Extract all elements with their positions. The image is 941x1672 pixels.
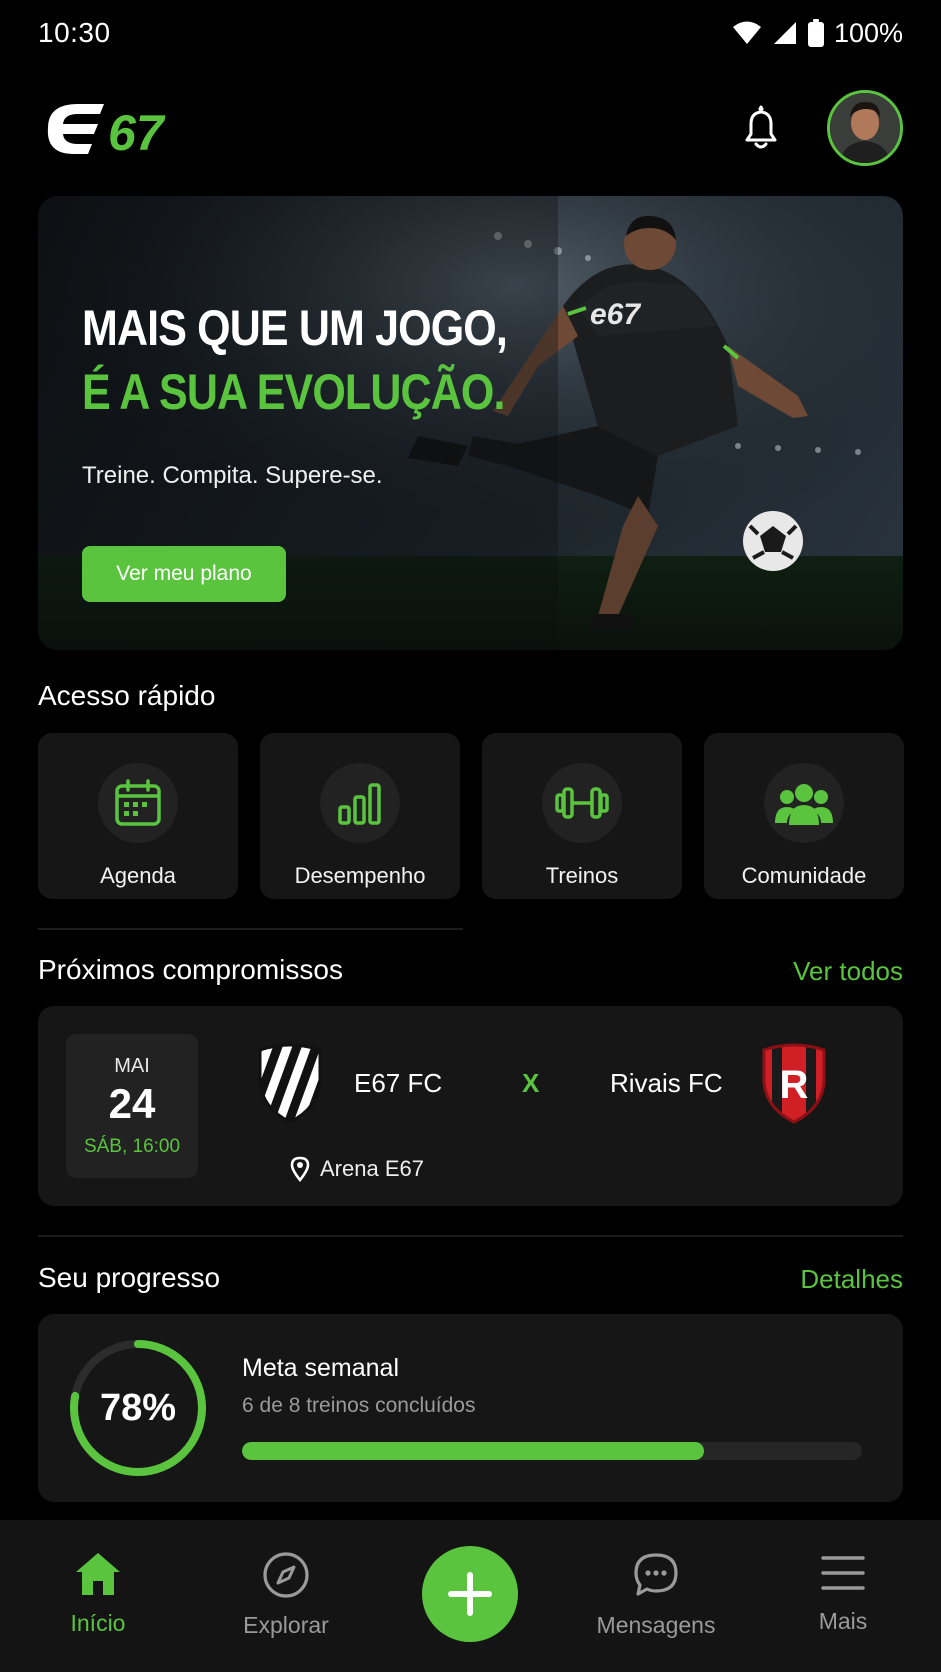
home-icon (76, 1553, 120, 1595)
quick-access-label: Desempenho (294, 863, 426, 888)
app-header: 67 (38, 88, 903, 168)
match-day: 24 (108, 1079, 156, 1127)
section-divider (38, 928, 463, 930)
app-logo: 67 (38, 98, 198, 158)
bell-icon[interactable] (739, 104, 783, 152)
status-icons: 100% (732, 18, 903, 49)
avatar-image (830, 93, 900, 163)
calendar-icon (98, 763, 178, 843)
quick-access-grid: Agenda Desempenho Treinos Comunidade (38, 733, 904, 899)
header-actions (739, 90, 903, 166)
quick-access-title: Acesso rápido (38, 680, 216, 711)
ball-icon (743, 511, 803, 571)
nav-home[interactable]: Início (18, 1550, 178, 1637)
versus-label: X (522, 1068, 540, 1098)
hero-title-line2: É A SUA EVOLUÇÃO. (82, 364, 505, 420)
progress-card[interactable]: 78% Meta semanal 6 de 8 treinos concluíd… (38, 1314, 903, 1502)
e67-logo: 67 (47, 104, 166, 158)
svg-text:67: 67 (108, 105, 166, 158)
nav-label: Mais (818, 1608, 868, 1634)
nav-label: Início (70, 1610, 126, 1636)
location-pin-icon (290, 1156, 310, 1182)
match-month: MAI (114, 1054, 150, 1077)
menu-icon (821, 1556, 865, 1590)
quick-access-label: Treinos (545, 863, 619, 888)
hero-banner: e67 MAIS QUE UM JOGO, É A SUA EVOLUÇÃO. … (38, 196, 903, 650)
hero-title: MAIS QUE UM JOGO, É A SUA EVOLUÇÃO. (82, 296, 508, 424)
dumbbell-icon (542, 763, 622, 843)
progress-percent: 78% (99, 1386, 177, 1429)
match-card[interactable]: MAI 24 SÁB, 16:00 E67 FC X Rivais FC R A… (38, 1006, 903, 1206)
quick-access-label: Comunidade (741, 863, 867, 888)
weekly-goal-subtitle: 6 de 8 treinos concluídos (242, 1394, 476, 1417)
quick-access-performance[interactable]: Desempenho (260, 733, 460, 899)
weekly-goal-title: Meta semanal (242, 1354, 400, 1382)
hero-subtitle: Treine. Compita. Supere-se. (82, 462, 383, 489)
quick-access-trainings[interactable]: Treinos (482, 733, 682, 899)
battery-percent: 100% (833, 17, 903, 48)
jersey-logo: e67 (590, 298, 641, 331)
progress-bar (242, 1442, 862, 1460)
see-all-link[interactable]: Ver todos (793, 956, 903, 987)
details-link[interactable]: Detalhes (800, 1264, 903, 1295)
home-team-name: E67 FC (354, 1068, 443, 1098)
add-button[interactable] (422, 1546, 518, 1642)
appointments-title: Próximos compromissos (38, 954, 343, 985)
nav-explore[interactable]: Explorar (206, 1550, 366, 1639)
venue-name: Arena E67 (320, 1156, 424, 1181)
avatar[interactable] (827, 90, 903, 166)
quick-access-label: Agenda (100, 863, 176, 888)
progress-bar-fill (242, 1442, 704, 1460)
svg-text:R: R (780, 1063, 809, 1107)
chat-icon (634, 1553, 678, 1596)
community-icon (764, 763, 844, 843)
nav-label: Explorar (243, 1612, 329, 1638)
plus-icon (448, 1572, 492, 1616)
bottom-navigation: Início Explorar Mensagens Mais (0, 1520, 941, 1672)
home-team-badge-icon (254, 1042, 326, 1131)
match-date: MAI 24 SÁB, 16:00 (66, 1034, 198, 1178)
section-divider (38, 1235, 903, 1237)
bar-chart-icon (320, 763, 400, 843)
nav-messages[interactable]: Mensagens (576, 1550, 736, 1639)
nav-label: Mensagens (596, 1612, 716, 1638)
away-team-badge-icon: R (758, 1042, 830, 1131)
wifi-icon (732, 21, 761, 44)
progress-title: Seu progresso (38, 1262, 221, 1293)
status-time: 10:30 (38, 17, 111, 48)
status-bar: 10:30 100% (0, 0, 941, 66)
compass-icon (263, 1552, 309, 1598)
away-team-name: Rivais FC (610, 1068, 723, 1098)
quick-access-community[interactable]: Comunidade (704, 733, 904, 899)
match-venue: Arena E67 (290, 1156, 424, 1182)
view-plan-button[interactable]: Ver meu plano (82, 546, 286, 602)
match-weekday-time: SÁB, 16:00 (83, 1135, 181, 1157)
quick-access-agenda[interactable]: Agenda (38, 733, 238, 899)
battery-icon (807, 19, 824, 47)
hero-title-line1: MAIS QUE UM JOGO, (82, 300, 508, 356)
nav-more[interactable]: Mais (763, 1550, 923, 1635)
signal-icon (773, 22, 796, 44)
